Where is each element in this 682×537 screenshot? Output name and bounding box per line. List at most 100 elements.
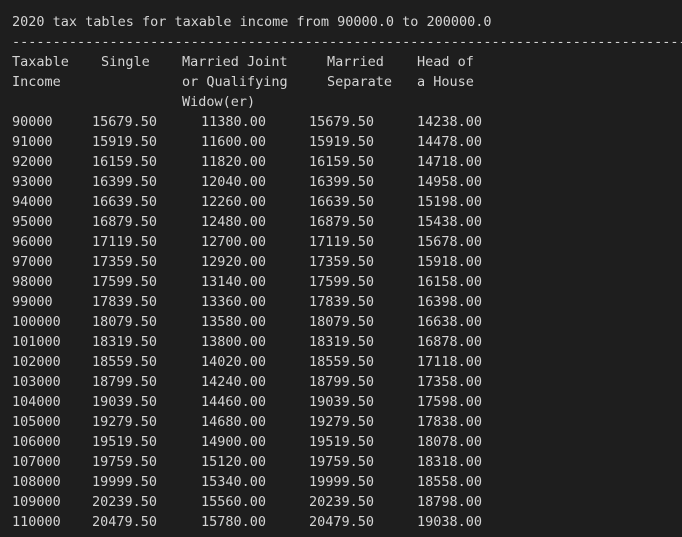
single-cell: 17599.50 — [92, 274, 158, 290]
married-separate-cell: 20239.50 — [309, 494, 375, 510]
table-body: 90000 15679.50 11380.00 15679.50 14238.00 910… — [12, 112, 682, 532]
taxable-income-cell: 106000 — [12, 434, 61, 450]
taxable-income-cell: 96000 — [12, 234, 53, 250]
taxable-income-cell: 95000 — [12, 214, 53, 230]
married-separate-cell: 18559.50 — [309, 354, 375, 370]
head-of-house-cell: 15198.00 — [417, 194, 483, 210]
married-separate-cell: 20479.50 — [309, 514, 375, 530]
taxable-income-cell: 93000 — [12, 174, 53, 190]
married-separate-cell: 19279.50 — [309, 414, 375, 430]
table-row: 97000 17359.50 12920.00 17359.50 15918.00 — [12, 252, 682, 272]
head-of-house-cell: 18318.00 — [417, 454, 483, 470]
head-of-house-cell: 15918.00 — [417, 254, 483, 270]
single-cell: 16639.50 — [92, 194, 158, 210]
single-cell: 19039.50 — [92, 394, 158, 410]
single-cell: 16159.50 — [92, 154, 158, 170]
taxable-income-cell: 105000 — [12, 414, 61, 430]
head-of-house-cell: 17838.00 — [417, 414, 483, 430]
table-row: 107000 19759.50 15120.00 19759.50 18318.00 — [12, 452, 682, 472]
married-joint-cell: 12040.00 — [201, 174, 267, 190]
head-of-house-cell: 14478.00 — [417, 134, 483, 150]
taxable-income-cell: 98000 — [12, 274, 53, 290]
head-of-house-cell: 15438.00 — [417, 214, 483, 230]
single-cell: 20239.50 — [92, 494, 158, 510]
married-joint-cell: 14240.00 — [201, 374, 267, 390]
single-cell: 18799.50 — [92, 374, 158, 390]
head-of-house-cell: 19038.00 — [417, 514, 483, 530]
head-of-house-cell: 16638.00 — [417, 314, 483, 330]
married-separate-cell: 17839.50 — [309, 294, 375, 310]
taxable-income-cell: 90000 — [12, 114, 53, 130]
taxable-income-cell: 99000 — [12, 294, 53, 310]
table-row: 100000 18079.50 13580.00 18079.50 16638.00 — [12, 312, 682, 332]
table-row: 109000 20239.50 15560.00 20239.50 18798.00 — [12, 492, 682, 512]
table-row: 90000 15679.50 11380.00 15679.50 14238.00 — [12, 112, 682, 132]
divider-line: ----------------------------------------… — [12, 34, 682, 50]
taxable-income-cell: 101000 — [12, 334, 61, 350]
table-row: 94000 16639.50 12260.00 16639.50 15198.00 — [12, 192, 682, 212]
table-row: 110000 20479.50 15780.00 20479.50 19038.00 — [12, 512, 682, 532]
married-joint-cell: 15120.00 — [201, 454, 267, 470]
table-row: 101000 18319.50 13800.00 18319.50 16878.00 — [12, 332, 682, 352]
table-row: 98000 17599.50 13140.00 17599.50 16158.00 — [12, 272, 682, 292]
single-cell: 17359.50 — [92, 254, 158, 270]
table-row: 99000 17839.50 13360.00 17839.50 16398.00 — [12, 292, 682, 312]
head-of-house-cell: 17358.00 — [417, 374, 483, 390]
married-joint-cell: 13360.00 — [201, 294, 267, 310]
married-joint-cell: 12700.00 — [201, 234, 267, 250]
single-cell: 17119.50 — [92, 234, 158, 250]
table-row: 91000 15919.50 11600.00 15919.50 14478.00 — [12, 132, 682, 152]
table-row: 93000 16399.50 12040.00 16399.50 14958.00 — [12, 172, 682, 192]
married-joint-cell: 14020.00 — [201, 354, 267, 370]
single-cell: 15919.50 — [92, 134, 158, 150]
header-married-joint: Married Joint or Qualifying Widow(er) — [182, 54, 288, 110]
single-cell: 18319.50 — [92, 334, 158, 350]
married-separate-cell: 16879.50 — [309, 214, 375, 230]
table-row: 96000 17119.50 12700.00 17119.50 15678.00 — [12, 232, 682, 252]
head-of-house-cell: 18558.00 — [417, 474, 483, 490]
married-joint-cell: 11820.00 — [201, 154, 267, 170]
taxable-income-cell: 110000 — [12, 514, 61, 530]
married-separate-cell: 19999.50 — [309, 474, 375, 490]
married-separate-cell: 17359.50 — [309, 254, 375, 270]
head-of-house-cell: 18078.00 — [417, 434, 483, 450]
single-cell: 19519.50 — [92, 434, 158, 450]
head-of-house-cell: 14958.00 — [417, 174, 483, 190]
married-separate-cell: 19759.50 — [309, 454, 375, 470]
married-separate-cell: 15679.50 — [309, 114, 375, 130]
head-of-house-cell: 16398.00 — [417, 294, 483, 310]
taxable-income-cell: 100000 — [12, 314, 61, 330]
table-row: 92000 16159.50 11820.00 16159.50 14718.00 — [12, 152, 682, 172]
married-joint-cell: 15780.00 — [201, 514, 267, 530]
console-output[interactable]: 2020 tax tables for taxable income from … — [0, 0, 682, 537]
married-joint-cell: 15340.00 — [201, 474, 267, 490]
married-joint-cell: 11600.00 — [201, 134, 267, 150]
taxable-income-cell: 103000 — [12, 374, 61, 390]
taxable-income-cell: 94000 — [12, 194, 53, 210]
header-head-of-house: Head of a House — [417, 54, 474, 90]
table-row: 104000 19039.50 14460.00 19039.50 17598.00 — [12, 392, 682, 412]
header-married-separate: Married Separate — [327, 54, 393, 90]
single-cell: 20479.50 — [92, 514, 158, 530]
head-of-house-cell: 16878.00 — [417, 334, 483, 350]
married-joint-cell: 13140.00 — [201, 274, 267, 290]
married-separate-cell: 17599.50 — [309, 274, 375, 290]
table-row: 105000 19279.50 14680.00 19279.50 17838.00 — [12, 412, 682, 432]
married-joint-cell: 14900.00 — [201, 434, 267, 450]
single-cell: 19999.50 — [92, 474, 158, 490]
head-of-house-cell: 18798.00 — [417, 494, 483, 510]
single-cell: 15679.50 — [92, 114, 158, 130]
taxable-income-cell: 91000 — [12, 134, 53, 150]
header-single: Single — [101, 54, 150, 70]
married-separate-cell: 15919.50 — [309, 134, 375, 150]
married-joint-cell: 13580.00 — [201, 314, 267, 330]
table-row: 95000 16879.50 12480.00 16879.50 15438.00 — [12, 212, 682, 232]
table-row: 102000 18559.50 14020.00 18559.50 17118.00 — [12, 352, 682, 372]
married-separate-cell: 17119.50 — [309, 234, 375, 250]
married-separate-cell: 18319.50 — [309, 334, 375, 350]
married-separate-cell: 18799.50 — [309, 374, 375, 390]
married-joint-cell: 13800.00 — [201, 334, 267, 350]
single-cell: 18079.50 — [92, 314, 158, 330]
head-of-house-cell: 17598.00 — [417, 394, 483, 410]
head-of-house-cell: 15678.00 — [417, 234, 483, 250]
